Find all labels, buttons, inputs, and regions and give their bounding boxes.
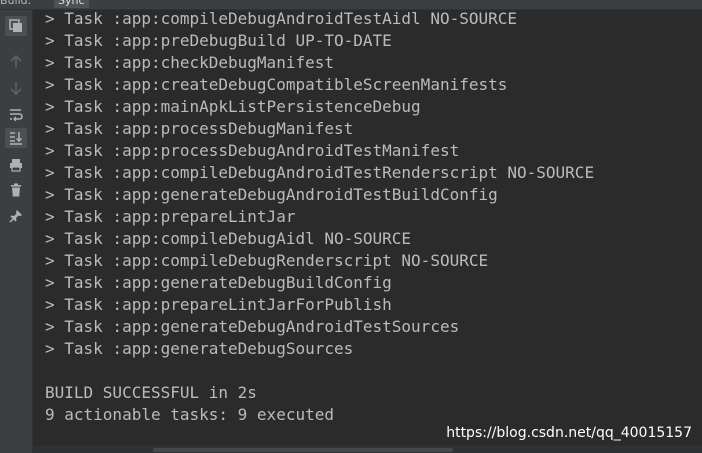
restore-layout-button[interactable] (5, 16, 27, 36)
console-line: > Task :app:processDebugAndroidTestManif… (45, 141, 460, 160)
console-toolbar (0, 10, 33, 453)
console-line: > Task :app:prepareLintJar (45, 207, 296, 226)
scrollbar-thumb[interactable] (153, 448, 453, 452)
tab-build[interactable]: Build: (0, 0, 31, 8)
console-line: > Task :app:prepareLintJarForPublish (45, 295, 392, 314)
print-icon (10, 159, 22, 172)
console-line: > Task :app:checkDebugManifest (45, 53, 334, 72)
console-line: > Task :app:generateDebugAndroidTestSour… (45, 317, 460, 336)
down-arrow-icon (10, 82, 22, 95)
console-line: > Task :app:mainApkListPersistenceDebug (45, 97, 421, 116)
scroll-to-end-button[interactable] (5, 128, 27, 148)
clear-all-button[interactable] (5, 180, 27, 200)
trash-icon (11, 183, 21, 197)
soft-wrap-icon (10, 109, 23, 121)
build-status-line: BUILD SUCCESSFUL in 2s (45, 383, 257, 402)
pin-tab-button[interactable] (5, 206, 27, 226)
tasks-summary-line: 9 actionable tasks: 9 executed (45, 405, 334, 424)
console-line: > Task :app:generateDebugBuildConfig (45, 273, 392, 292)
restore-icon (9, 19, 22, 32)
next-occurrence-button[interactable] (5, 78, 27, 98)
watermark-url: https://blog.csdn.net/qq_40015157 (446, 425, 692, 441)
console-line: > Task :app:preDebugBuild UP-TO-DATE (45, 31, 392, 50)
console-line: > Task :app:createDebugCompatibleScreenM… (45, 75, 508, 94)
tab-strip: Build: Sync (0, 0, 702, 10)
horizontal-scrollbar[interactable] (33, 446, 702, 453)
scroll-to-end-icon (10, 132, 23, 145)
previous-occurrence-button[interactable] (5, 52, 27, 72)
console-line: > Task :app:compileDebugAndroidTestAidl … (45, 10, 518, 28)
up-arrow-icon (10, 55, 22, 68)
console-line: > Task :app:generateDebugSources (45, 339, 354, 358)
tab-sync[interactable]: Sync (54, 0, 89, 8)
soft-wrap-button[interactable] (5, 104, 27, 124)
console-line: > Task :app:compileDebugAidl NO-SOURCE (45, 229, 412, 248)
console-line: > Task :app:processDebugManifest (45, 119, 354, 138)
console-line: > Task :app:compileDebugRenderscript NO-… (45, 251, 489, 270)
console-output[interactable]: > Task :app:compileDebugAndroidTestAidl … (33, 10, 702, 445)
console-line: > Task :app:generateDebugAndroidTestBuil… (45, 185, 498, 204)
print-button[interactable] (5, 155, 27, 175)
console-line: > Task :app:compileDebugAndroidTestRende… (45, 163, 595, 182)
pin-icon (9, 210, 22, 223)
build-tool-window: Build: Sync > Task:app:compileDebugAndr… (0, 0, 702, 453)
